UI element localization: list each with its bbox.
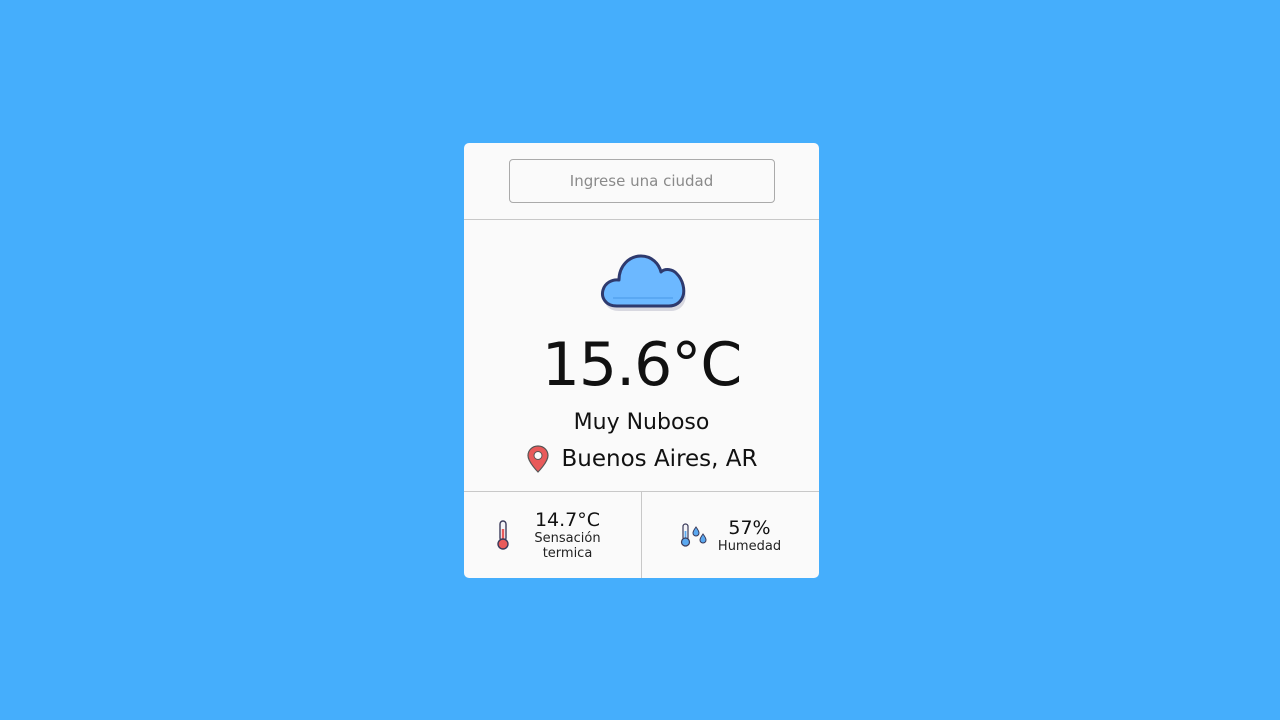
humidity-stat: 57% Humedad <box>641 492 819 578</box>
current-weather: 15.6°C Muy Nuboso Buenos Aires, AR <box>464 220 819 492</box>
temperature: 15.6°C <box>541 330 743 400</box>
humidity-text: 57% Humedad <box>718 517 781 554</box>
humidity-icon <box>680 523 707 547</box>
cloud-icon <box>601 254 686 311</box>
location-name: Buenos Aires, AR <box>561 446 758 472</box>
humidity-label: Humedad <box>717 538 782 554</box>
feels-like-label: Sensación termica <box>534 531 601 561</box>
feels-like-text: 14.7°C Sensación termica <box>523 509 613 561</box>
thermometer-icon <box>496 520 509 550</box>
location: Buenos Aires, AR <box>464 444 819 474</box>
feels-like-stat: 14.7°C Sensación termica <box>464 492 641 578</box>
location-pin-icon <box>526 445 549 473</box>
weather-stats: 14.7°C Sensación termica 57% Humedad <box>464 492 819 578</box>
weather-description: Muy Nuboso <box>573 410 710 435</box>
city-search-input[interactable] <box>508 159 775 203</box>
feels-like-value: 14.7°C <box>534 509 601 531</box>
search-section <box>464 143 819 220</box>
humidity-value: 57% <box>728 516 771 539</box>
weather-card: 15.6°C Muy Nuboso Buenos Aires, AR 14.7°… <box>464 143 819 578</box>
